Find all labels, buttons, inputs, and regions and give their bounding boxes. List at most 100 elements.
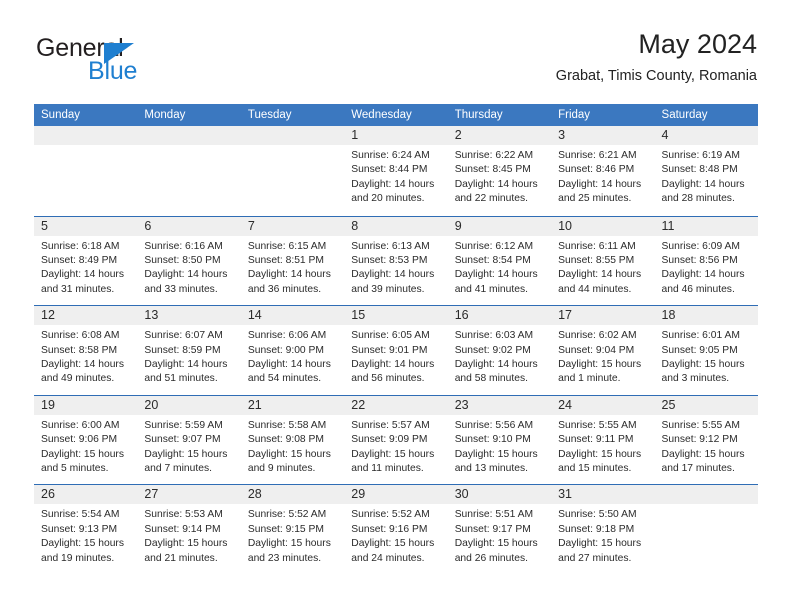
day-details: Sunrise: 6:22 AM Sunset: 8:45 PM Dayligh… [448,145,551,207]
day-cell[interactable]: 6 Sunrise: 6:16 AM Sunset: 8:50 PM Dayli… [137,216,241,306]
daylight-text-line2: and 1 minute. [558,373,621,385]
day-cell[interactable]: 4 Sunrise: 6:19 AM Sunset: 8:48 PM Dayli… [654,126,758,216]
day-number-band: 23 [447,395,552,415]
title-block: May 2024 Grabat, Timis County, Romania [556,28,757,86]
daylight-text-line1: Daylight: 15 hours [454,448,538,460]
day-cell[interactable]: 25 Sunrise: 5:55 AM Sunset: 9:12 PM Dayl… [654,395,758,485]
sunset-text: Sunset: 8:56 PM [661,255,738,266]
day-cell[interactable]: 27 Sunrise: 5:53 AM Sunset: 9:14 PM Dayl… [137,485,241,574]
daylight-text-line2: and 39 minutes. [351,283,425,295]
day-number-band: 24 [551,395,655,415]
day-cell[interactable]: 19 Sunrise: 6:00 AM Sunset: 9:06 PM Dayl… [34,395,138,485]
page-header: General Blue May 2024 Grabat, Timis Coun… [0,0,792,100]
day-cell[interactable]: 11 Sunrise: 6:09 AM Sunset: 8:56 PM Dayl… [654,216,758,306]
day-cell[interactable]: 1 Sunrise: 6:24 AM Sunset: 8:44 PM Dayli… [344,126,448,216]
day-cell[interactable]: 14 Sunrise: 6:06 AM Sunset: 9:00 PM Dayl… [240,306,345,395]
day-cell[interactable]: 30 Sunrise: 5:51 AM Sunset: 9:17 PM Dayl… [447,485,552,574]
sunrise-text: Sunrise: 6:12 AM [454,240,534,252]
week-row: 1 Sunrise: 6:24 AM Sunset: 8:44 PM Dayli… [34,126,758,216]
day-cell[interactable]: 29 Sunrise: 5:52 AM Sunset: 9:16 PM Dayl… [344,485,448,574]
day-cell[interactable]: 10 Sunrise: 6:11 AM Sunset: 8:55 PM Dayl… [551,216,655,306]
sunrise-text: Sunrise: 6:02 AM [558,330,637,342]
day-cell[interactable]: 8 Sunrise: 6:13 AM Sunset: 8:53 PM Dayli… [344,216,448,306]
daylight-text-line1: Daylight: 14 hours [144,359,228,370]
daylight-text-line2: and 27 minutes. [558,552,632,564]
calendar-grid: Sunday Monday Tuesday Wednesday Thursday… [34,104,758,574]
day-details: Sunrise: 6:07 AM Sunset: 8:59 PM Dayligh… [137,325,240,387]
daylight-text-line1: Daylight: 15 hours [558,448,642,460]
day-cell[interactable]: 5 Sunrise: 6:18 AM Sunset: 8:49 PM Dayli… [34,216,138,306]
day-cell[interactable]: 23 Sunrise: 5:56 AM Sunset: 9:10 PM Dayl… [447,395,552,485]
day-cell[interactable]: 18 Sunrise: 6:01 AM Sunset: 9:05 PM Dayl… [654,306,758,395]
daylight-text-line1: Daylight: 14 hours [351,269,435,281]
day-cell[interactable]: 12 Sunrise: 6:08 AM Sunset: 8:58 PM Dayl… [34,306,138,395]
day-details: Sunrise: 6:06 AM Sunset: 9:00 PM Dayligh… [241,325,344,387]
day-cell[interactable]: 2 Sunrise: 6:22 AM Sunset: 8:45 PM Dayli… [447,126,552,216]
day-details: Sunrise: 6:16 AM Sunset: 8:50 PM Dayligh… [137,236,240,298]
day-details: Sunrise: 6:11 AM Sunset: 8:55 PM Dayligh… [551,236,654,298]
day-details: Sunrise: 6:01 AM Sunset: 9:05 PM Dayligh… [655,325,758,387]
sunset-text: Sunset: 8:51 PM [247,255,324,266]
day-cell[interactable]: 26 Sunrise: 5:54 AM Sunset: 9:13 PM Dayl… [34,485,138,574]
sunrise-text: Sunrise: 6:19 AM [661,150,740,161]
day-number-band [654,485,758,505]
day-number: 13 [144,308,159,323]
day-number: 16 [454,308,469,323]
sunset-text: Sunset: 9:02 PM [454,344,531,356]
day-details: Sunrise: 5:59 AM Sunset: 9:07 PM Dayligh… [137,415,240,477]
daylight-text-line1: Daylight: 14 hours [558,178,642,190]
day-number: 21 [247,397,262,412]
day-details: Sunrise: 6:21 AM Sunset: 8:46 PM Dayligh… [551,145,654,207]
sunrise-text: Sunrise: 6:15 AM [247,240,327,252]
day-cell[interactable] [240,126,345,216]
week-row: 19 Sunrise: 6:00 AM Sunset: 9:06 PM Dayl… [34,394,758,485]
day-cell[interactable]: 17 Sunrise: 6:02 AM Sunset: 9:04 PM Dayl… [551,306,655,395]
day-cell[interactable]: 22 Sunrise: 5:57 AM Sunset: 9:09 PM Dayl… [344,395,448,485]
sunrise-text: Sunrise: 5:51 AM [454,509,534,521]
day-cell[interactable]: 13 Sunrise: 6:07 AM Sunset: 8:59 PM Dayl… [137,306,241,395]
daylight-text-line2: and 58 minutes. [454,373,528,385]
day-cell[interactable]: 9 Sunrise: 6:12 AM Sunset: 8:54 PM Dayli… [447,216,552,306]
sunrise-text: Sunrise: 6:07 AM [144,330,223,342]
daylight-text-line2: and 49 minutes. [41,373,115,385]
sunrise-text: Sunrise: 5:54 AM [41,509,120,521]
daylight-text-line1: Daylight: 15 hours [144,448,228,460]
day-cell[interactable]: 21 Sunrise: 5:58 AM Sunset: 9:08 PM Dayl… [240,395,345,485]
day-cell[interactable]: 20 Sunrise: 5:59 AM Sunset: 9:07 PM Dayl… [137,395,241,485]
day-cell[interactable]: 24 Sunrise: 5:55 AM Sunset: 9:11 PM Dayl… [551,395,655,485]
day-cell[interactable]: 3 Sunrise: 6:21 AM Sunset: 8:46 PM Dayli… [551,126,655,216]
sunrise-text: Sunrise: 6:11 AM [558,240,636,252]
sunset-text: Sunset: 9:01 PM [351,344,428,356]
sunset-text: Sunset: 9:05 PM [661,344,738,356]
daylight-text-line2: and 7 minutes. [144,463,212,474]
day-cell[interactable]: 16 Sunrise: 6:03 AM Sunset: 9:02 PM Dayl… [447,306,552,395]
day-number: 19 [41,397,55,412]
day-details: Sunrise: 5:56 AM Sunset: 9:10 PM Dayligh… [448,415,551,477]
day-details: Sunrise: 5:51 AM Sunset: 9:17 PM Dayligh… [448,504,551,566]
sunrise-text: Sunrise: 5:52 AM [351,509,430,521]
day-details: Sunrise: 6:08 AM Sunset: 8:58 PM Dayligh… [34,325,137,387]
day-cell[interactable] [34,126,138,216]
daylight-text-line2: and 24 minutes. [351,552,425,564]
daylight-text-line1: Daylight: 14 hours [351,178,435,190]
daylight-text-line1: Daylight: 15 hours [41,448,124,460]
day-number: 14 [247,308,262,323]
day-cell[interactable]: 7 Sunrise: 6:15 AM Sunset: 8:51 PM Dayli… [240,216,345,306]
day-cell[interactable]: 31 Sunrise: 5:50 AM Sunset: 9:18 PM Dayl… [551,485,655,574]
day-number-band: 19 [34,395,138,415]
day-details: Sunrise: 6:24 AM Sunset: 8:44 PM Dayligh… [344,145,447,207]
sunrise-text: Sunrise: 6:16 AM [144,240,223,252]
sunrise-text: Sunrise: 5:56 AM [454,419,534,431]
day-cell[interactable]: 28 Sunrise: 5:52 AM Sunset: 9:15 PM Dayl… [240,485,345,574]
weekday-header-monday: Monday [144,109,186,121]
day-cell[interactable] [137,126,241,216]
day-number-band [240,126,345,145]
logo-text-blue: Blue [88,57,138,85]
day-cell[interactable]: 15 Sunrise: 6:05 AM Sunset: 9:01 PM Dayl… [344,306,448,395]
sunrise-text: Sunrise: 5:50 AM [558,509,637,521]
daylight-text-line2: and 28 minutes. [661,193,735,205]
day-number-band: 18 [654,306,758,326]
day-cell[interactable] [654,485,758,574]
day-details: Sunrise: 5:55 AM Sunset: 9:12 PM Dayligh… [655,415,758,477]
day-number: 27 [144,487,159,502]
